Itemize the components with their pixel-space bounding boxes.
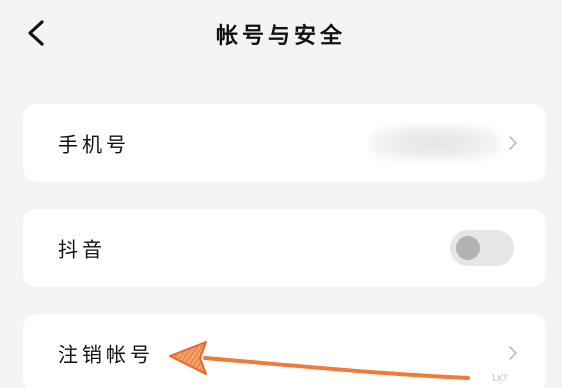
phone-number-value-blurred: [370, 125, 500, 161]
douyin-row: 抖音: [23, 209, 546, 287]
account-security-screen: 帐号与安全 手机号 抖音 注销帐号 LKT: [0, 0, 562, 388]
cancel-account-label: 注销帐号: [58, 342, 154, 367]
douyin-toggle[interactable]: [450, 230, 514, 266]
chevron-right-icon: [509, 136, 517, 150]
toggle-knob: [456, 236, 480, 260]
page-title: 帐号与安全: [215, 24, 346, 49]
chevron-right-icon: [509, 346, 517, 360]
phone-number-row[interactable]: 手机号: [23, 104, 546, 182]
header: 帐号与安全: [0, 0, 562, 70]
cancel-account-row[interactable]: 注销帐号: [23, 314, 546, 388]
phone-number-label: 手机号: [58, 132, 130, 157]
watermark: LKT: [492, 374, 508, 384]
douyin-label: 抖音: [58, 237, 106, 262]
